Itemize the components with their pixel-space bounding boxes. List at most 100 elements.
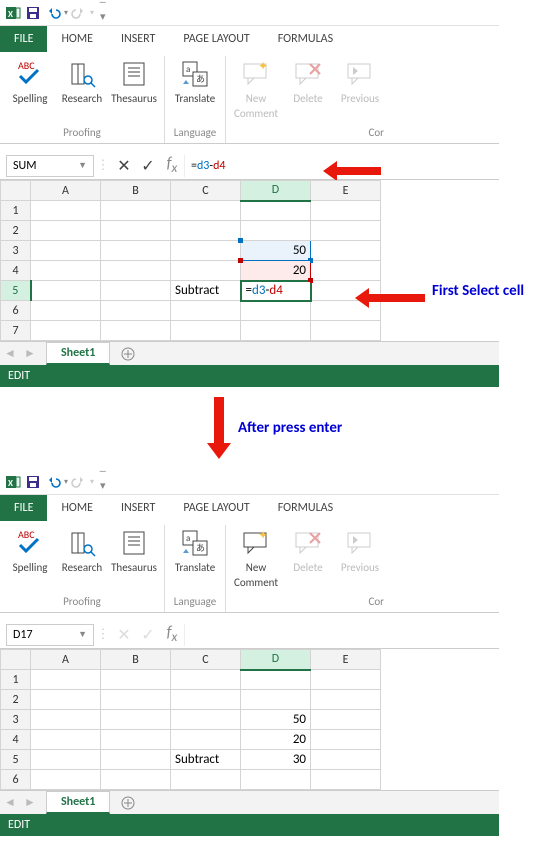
cancel-formula-button: ✕: [112, 624, 136, 646]
qat-customize-icon[interactable]: ‾▾: [100, 4, 106, 22]
sheet-nav-prev-icon[interactable]: ◄: [0, 346, 20, 361]
formula-bar: D17 ▼ ⋮ ✕ ✓ fx: [0, 621, 499, 649]
col-header-d[interactable]: D: [241, 181, 311, 201]
col-header-e[interactable]: E: [311, 181, 381, 201]
tab-formulas[interactable]: FORMULAS: [264, 26, 347, 52]
annotation-after-enter: After press enter: [238, 419, 342, 437]
col-header-c[interactable]: C: [171, 181, 241, 201]
annotation-arrow-formula: [323, 161, 381, 181]
undo-dropdown-icon[interactable]: ▾: [64, 8, 68, 18]
ribbon-tabs: FILE HOME INSERT PAGE LAYOUT FORMULAS: [0, 26, 499, 52]
chevron-down-icon[interactable]: ▼: [78, 160, 87, 171]
insert-function-button[interactable]: fx: [160, 155, 184, 177]
formula-input[interactable]: [184, 624, 499, 646]
insert-function-button[interactable]: fx: [160, 624, 184, 646]
worksheet-grid[interactable]: A B C D E 1 2 3 50 4 20 5 Subtract =d3-d4 6…: [0, 180, 499, 341]
redo-icon: [70, 4, 88, 22]
row-header-1[interactable]: 1: [1, 201, 31, 221]
tab-insert[interactable]: INSERT: [107, 495, 169, 521]
new-sheet-button[interactable]: [116, 344, 140, 364]
row-header-5[interactable]: 5: [1, 281, 31, 301]
excel-window-before: X ▾ ▾ ‾▾ FILE HOME INSERT PAGE LAYOUT FO…: [0, 0, 499, 387]
svg-text:X: X: [8, 9, 13, 20]
spelling-button[interactable]: ABCSpelling: [6, 525, 54, 593]
cell-d4[interactable]: 20: [241, 261, 311, 281]
svg-text:✦: ✦: [258, 60, 268, 74]
tab-file[interactable]: FILE: [0, 26, 47, 52]
previous-comment-icon: [344, 527, 376, 559]
undo-icon[interactable]: [44, 4, 62, 22]
chevron-down-icon[interactable]: ▼: [78, 629, 87, 640]
cell-d5-editing[interactable]: =d3-d4: [241, 281, 311, 301]
undo-dropdown-icon[interactable]: ▾: [64, 477, 68, 487]
col-header-b[interactable]: B: [101, 650, 171, 670]
row-header-3[interactable]: 3: [1, 241, 31, 261]
sheet-tab-bar: ◄ ► Sheet1: [0, 790, 499, 814]
research-button[interactable]: Research: [58, 56, 106, 124]
spelling-button[interactable]: ABC Spelling: [6, 56, 54, 124]
status-bar: EDIT: [0, 365, 499, 387]
ribbon-group-language: aあ Translate Language: [165, 56, 226, 143]
tab-insert[interactable]: INSERT: [107, 26, 169, 52]
cancel-formula-button[interactable]: ✕: [112, 155, 136, 177]
sheet-nav-next-icon[interactable]: ►: [20, 795, 40, 810]
sheet-tab-sheet1[interactable]: Sheet1: [46, 791, 110, 814]
research-button[interactable]: Research: [58, 525, 106, 593]
name-box[interactable]: D17 ▼: [6, 624, 94, 646]
new-sheet-button[interactable]: [116, 793, 140, 813]
new-comment-button[interactable]: ✦NewComment: [232, 525, 280, 593]
cell-d3[interactable]: 50: [241, 710, 311, 730]
tab-home[interactable]: HOME: [47, 495, 107, 521]
cell-c5[interactable]: Subtract: [171, 281, 241, 301]
enter-formula-button[interactable]: ✓: [136, 155, 160, 177]
translate-button[interactable]: aあ Translate: [171, 56, 219, 124]
spelling-label: Spelling: [13, 92, 48, 105]
cell-d4[interactable]: 20: [241, 730, 311, 750]
tab-pagelayout[interactable]: PAGE LAYOUT: [169, 495, 263, 521]
status-mode: EDIT: [8, 369, 30, 383]
qat-customize-icon[interactable]: ‾▾: [100, 473, 106, 491]
translate-button[interactable]: aあTranslate: [171, 525, 219, 593]
svg-text:a: a: [186, 64, 190, 75]
ribbon-group-comments: ✦ New Comment Delete Previous Cor: [226, 56, 390, 143]
row-header-7[interactable]: 7: [1, 321, 31, 341]
previous-comment-label: Previous: [341, 92, 379, 105]
enter-formula-button: ✓: [136, 624, 160, 646]
select-all-corner[interactable]: [1, 181, 31, 201]
thesaurus-button[interactable]: Thesaurus: [110, 525, 158, 593]
sheet-tab-sheet1[interactable]: Sheet1: [46, 342, 110, 365]
col-header-c[interactable]: C: [171, 650, 241, 670]
cell-d5-result[interactable]: 30: [241, 750, 311, 770]
sheet-nav-next-icon[interactable]: ►: [20, 346, 40, 361]
sheet-nav-prev-icon[interactable]: ◄: [0, 795, 20, 810]
worksheet-grid[interactable]: A B C D E 1 2 350 420 5Subtract30 6: [0, 649, 499, 790]
row-header-6[interactable]: 6: [1, 301, 31, 321]
undo-icon[interactable]: [44, 473, 62, 491]
status-bar: EDIT: [0, 814, 499, 836]
save-icon[interactable]: [24, 4, 42, 22]
ribbon-group-proofing: ABC Spelling Research Thesaurus Proofing: [0, 56, 165, 143]
tab-file[interactable]: FILE: [0, 495, 47, 521]
research-books-icon: [66, 527, 98, 559]
name-box[interactable]: SUM ▼: [6, 155, 94, 177]
translate-label: Translate: [175, 92, 215, 105]
col-header-d[interactable]: D: [241, 650, 311, 670]
col-header-a[interactable]: A: [31, 650, 101, 670]
tab-home[interactable]: HOME: [47, 26, 107, 52]
save-icon[interactable]: [24, 473, 42, 491]
svg-text:あ: あ: [196, 74, 205, 85]
cell-d3[interactable]: 50: [241, 241, 311, 261]
row-header-2[interactable]: 2: [1, 221, 31, 241]
tab-pagelayout[interactable]: PAGE LAYOUT: [169, 26, 263, 52]
annotation-first-select: First Select cell: [432, 282, 524, 300]
tab-formulas[interactable]: FORMULAS: [264, 495, 347, 521]
thesaurus-button[interactable]: Thesaurus: [110, 56, 158, 124]
formula-ref-d4: d4: [213, 159, 225, 173]
col-header-e[interactable]: E: [311, 650, 381, 670]
thesaurus-book-icon: [118, 527, 150, 559]
col-header-a[interactable]: A: [31, 181, 101, 201]
select-all-corner[interactable]: [1, 650, 31, 670]
row-header-4[interactable]: 4: [1, 261, 31, 281]
cell-c5[interactable]: Subtract: [171, 750, 241, 770]
col-header-b[interactable]: B: [101, 181, 171, 201]
